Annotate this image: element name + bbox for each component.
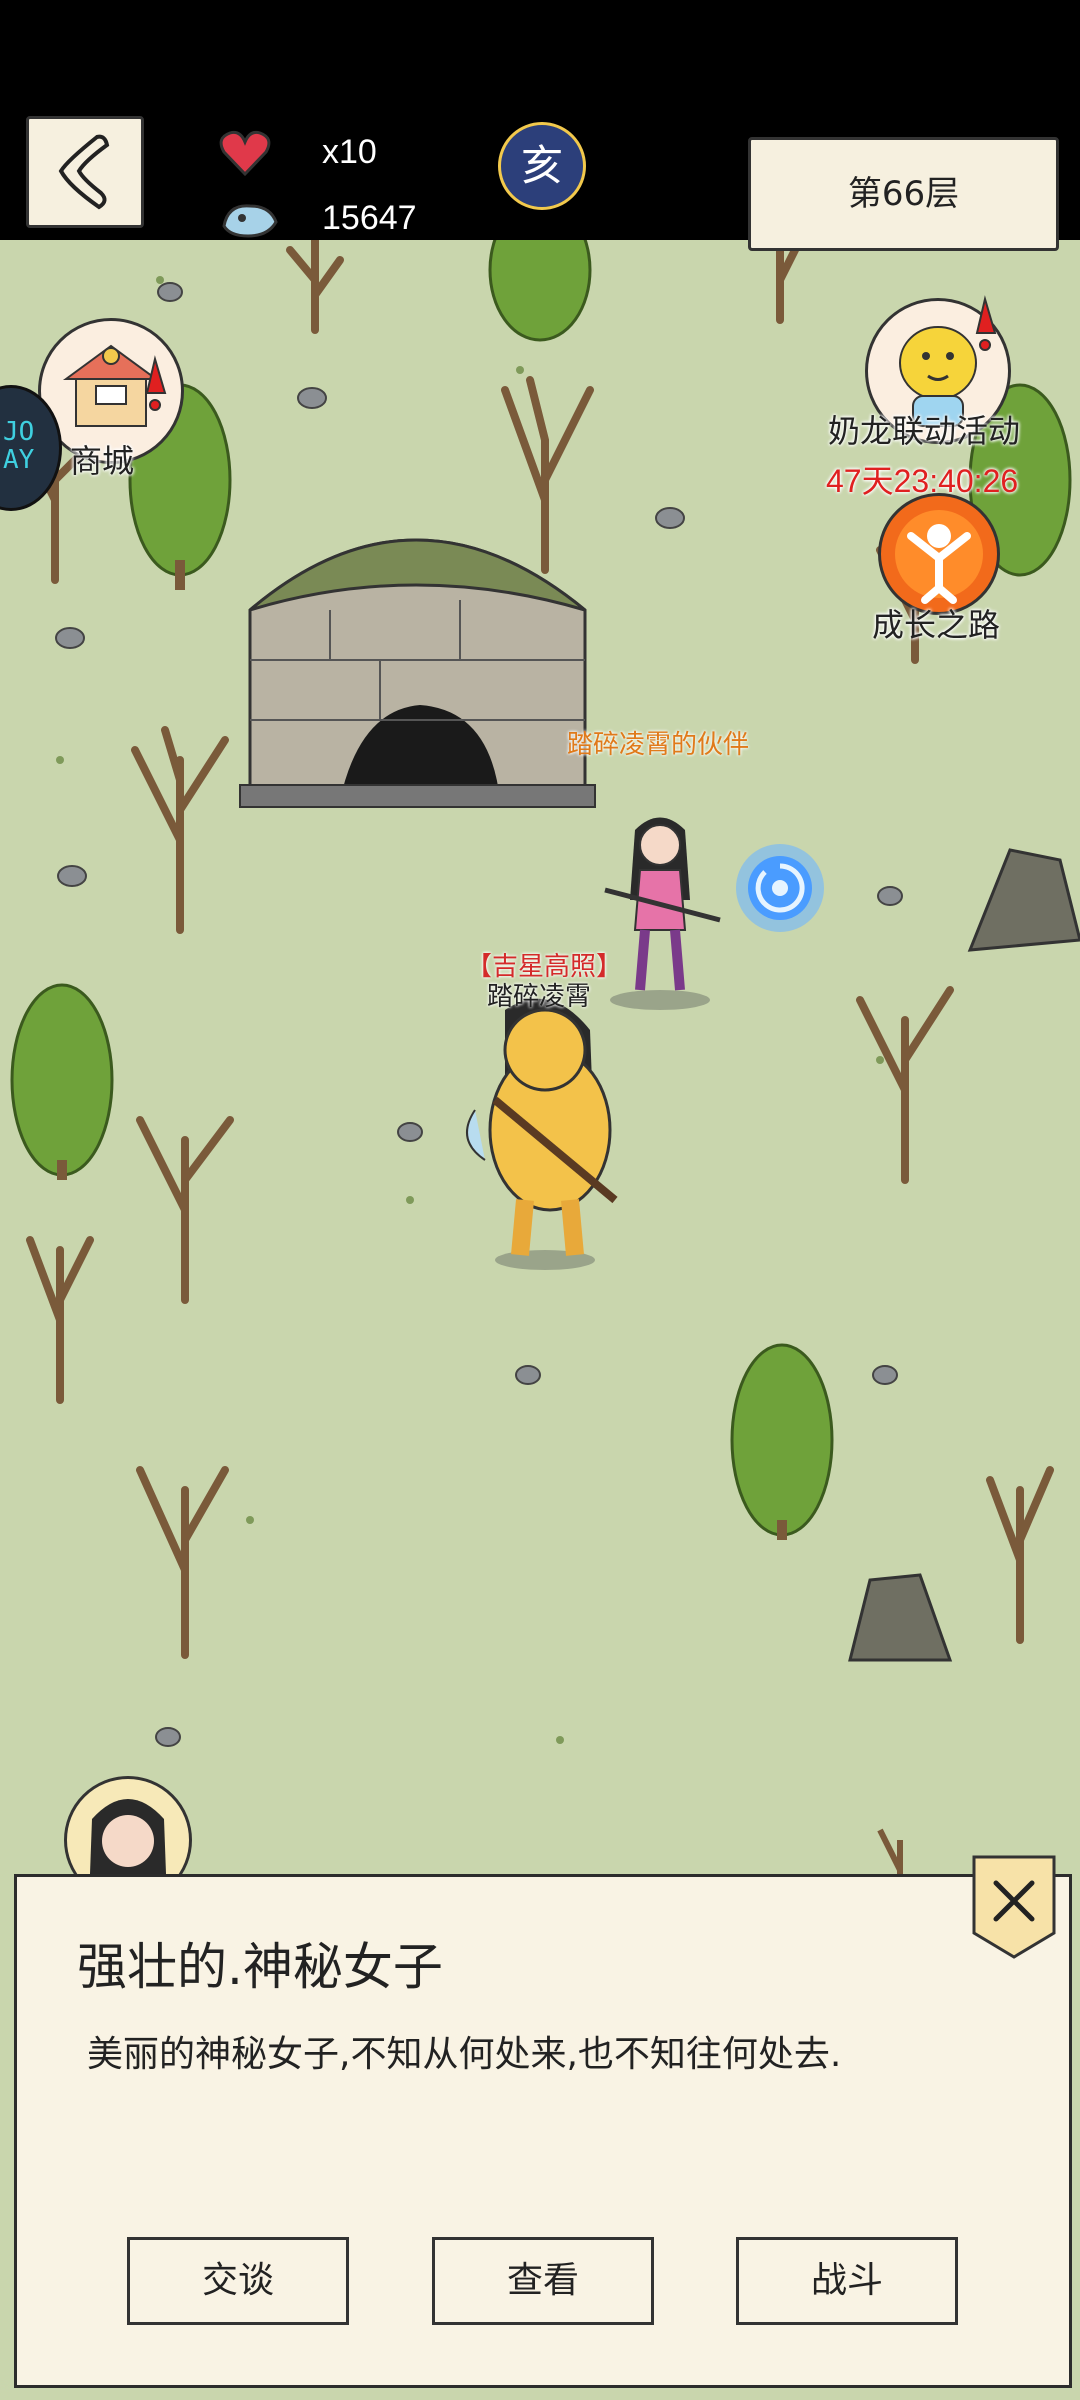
close-icon[interactable] xyxy=(970,1853,1058,1961)
currency-amount: 15647 xyxy=(322,199,417,237)
talk-button[interactable]: 交谈 xyxy=(127,2237,349,2325)
lives-count: x10 xyxy=(322,133,377,171)
side-badge-text: JO AY xyxy=(3,417,35,475)
growth-label: 成长之路 xyxy=(872,606,1001,644)
burrow-hut xyxy=(239,538,596,808)
currency-icon xyxy=(222,204,278,238)
growth-icon xyxy=(895,510,983,604)
back-button[interactable] xyxy=(26,116,144,228)
dialog-title: 强壮的.神秘女子 xyxy=(77,1938,443,1996)
zodiac-icon[interactable]: 亥 xyxy=(498,122,586,210)
event-label: 奶龙联动活动 xyxy=(828,412,1021,450)
fight-button[interactable]: 战斗 xyxy=(736,2237,958,2325)
growth-button[interactable] xyxy=(878,493,1000,615)
alert-icon xyxy=(145,355,167,411)
dialog-description: 美丽的神秘女子,不知从何处来,也不知往何处去. xyxy=(87,2034,842,2075)
floor-indicator: 第66层 xyxy=(748,137,1059,251)
player-name: 踏碎凌霄 xyxy=(487,982,592,1012)
back-arrow-icon xyxy=(58,134,110,210)
shop-label: 商城 xyxy=(70,442,135,480)
player-character[interactable] xyxy=(455,990,645,1270)
event-alert-icon xyxy=(975,295,997,351)
zodiac-glyph: 亥 xyxy=(520,141,563,190)
npc-dialog: 强壮的.神秘女子 美丽的神秘女子,不知从何处来,也不知往何处去. 交谈 查看 战… xyxy=(14,1874,1072,2388)
view-button[interactable]: 查看 xyxy=(432,2237,654,2325)
companion-label: 踏碎凌霄的伙伴 xyxy=(567,730,750,760)
portal-icon[interactable] xyxy=(730,838,830,938)
heart-icon xyxy=(219,130,271,177)
